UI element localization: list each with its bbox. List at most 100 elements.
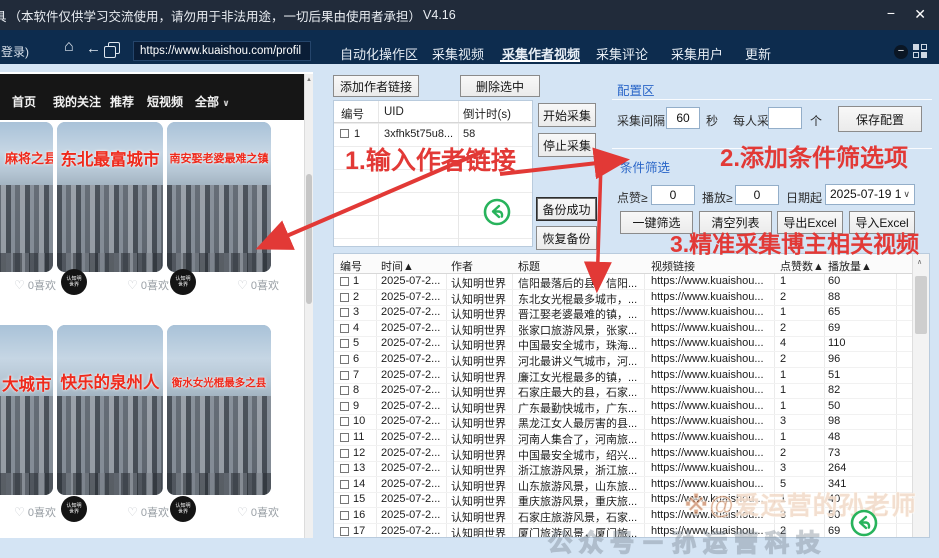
cell-link[interactable]: https://www.kuaishou...	[651, 400, 772, 412]
cell-link[interactable]: https://www.kuaishou...	[651, 384, 772, 396]
video-col-1[interactable]: 编号	[340, 258, 362, 274]
row-checkbox[interactable]	[340, 308, 349, 317]
likes-filter-input[interactable]: 0	[651, 185, 695, 205]
date-filter-dropdown[interactable]: 2025-07-19 1 ∨	[825, 184, 915, 205]
row-checkbox[interactable]	[340, 433, 349, 442]
table-row[interactable]: 72025-07-2...认知明世界廉江女光棍最多的镇，...https://w…	[334, 368, 913, 384]
nav-tab-6[interactable]: 更新	[745, 44, 771, 63]
web-tab-4[interactable]: 短视频	[147, 93, 183, 110]
cell-link[interactable]: https://www.kuaishou...	[651, 322, 772, 334]
table-row[interactable]: 22025-07-2...认知明世界东北女光棍最多城市，...https://w…	[334, 290, 913, 306]
video-card[interactable]: 快乐的泉州人	[57, 325, 163, 495]
heart-icon[interactable]: ♡	[14, 278, 25, 292]
video-card[interactable]: 衡水女光棍最多之县	[167, 325, 271, 495]
video-col-5[interactable]: 视频链接	[651, 258, 695, 274]
table-row[interactable]: 132025-07-2...认知明世界浙江旅游风景，浙江旅...https://…	[334, 461, 913, 477]
row-checkbox[interactable]	[340, 371, 349, 380]
cell-link[interactable]: https://www.kuaishou...	[651, 462, 772, 474]
table-row[interactable]: 42025-07-2...认知明世界张家口旅游风景，张家...https://w…	[334, 321, 913, 337]
table-row[interactable]: 102025-07-2...认知明世界黑龙江女人最厉害的县...https://…	[334, 414, 913, 430]
row-checkbox[interactable]	[340, 464, 349, 473]
minus-circle-icon[interactable]: −	[894, 45, 908, 59]
close-button[interactable]: ✕	[914, 6, 926, 23]
video-card[interactable]: 大城市	[0, 325, 53, 495]
interval-input[interactable]: 60	[666, 107, 700, 129]
video-col-3[interactable]: 作者	[451, 258, 473, 274]
video-card[interactable]: 东北最富城市	[57, 122, 163, 272]
plays-filter-input[interactable]: 0	[735, 185, 779, 205]
video-col-4[interactable]: 标题	[518, 258, 540, 274]
cell-link[interactable]: https://www.kuaishou...	[651, 291, 772, 303]
minimize-button[interactable]: −	[887, 5, 895, 21]
save-config-button[interactable]: 保存配置	[838, 106, 922, 132]
video-col-6[interactable]: 点赞数▲	[780, 258, 824, 274]
table-row[interactable]: 92025-07-2...认知明世界广东最勤快城市，广东...https://w…	[334, 399, 913, 415]
table-row[interactable]: 52025-07-2...认知明世界中国最安全城市，珠海...https://w…	[334, 336, 913, 352]
row-checkbox[interactable]	[340, 277, 349, 286]
web-tab-1[interactable]: 首页	[12, 93, 36, 110]
heart-icon[interactable]: ♡	[14, 505, 25, 519]
web-tab-2[interactable]: 我的关注	[53, 93, 101, 110]
web-tab-3[interactable]: 推荐	[110, 93, 134, 110]
backup-success-button[interactable]: 备份成功	[536, 197, 597, 221]
row-checkbox[interactable]	[340, 511, 349, 520]
row-checkbox[interactable]	[340, 324, 349, 333]
web-tab-all-filter[interactable]: 全部 ∨	[195, 93, 230, 110]
video-col-7[interactable]: 播放量▲	[828, 258, 872, 274]
row-checkbox[interactable]	[340, 386, 349, 395]
cell-link[interactable]: https://www.kuaishou...	[651, 337, 772, 349]
cell-link[interactable]: https://www.kuaishou...	[651, 275, 772, 287]
row-checkbox[interactable]	[340, 293, 349, 302]
nav-tab-5[interactable]: 采集用户	[671, 44, 723, 63]
web-scrollbar[interactable]: ▲	[304, 74, 313, 538]
web-scrollbar-thumb[interactable]	[306, 174, 312, 304]
row-checkbox[interactable]	[340, 355, 349, 364]
cell-link[interactable]: https://www.kuaishou...	[651, 369, 772, 381]
undo-arrow-icon-2[interactable]	[850, 509, 878, 537]
avatar[interactable]: 认知明世界	[170, 269, 196, 295]
home-icon[interactable]: ⌂	[64, 38, 74, 56]
heart-icon[interactable]: ♡	[127, 505, 138, 519]
undo-arrow-icon[interactable]	[483, 198, 511, 226]
url-input[interactable]: https://www.kuaishou.com/profil	[133, 41, 311, 61]
table-row[interactable]: 32025-07-2...认知明世界晋江娶老婆最难的镇，...https://w…	[334, 305, 913, 321]
add-author-link-button[interactable]: 添加作者链接	[333, 75, 419, 97]
restore-backup-button[interactable]: 恢复备份	[536, 226, 597, 250]
avatar[interactable]: 认知明世界	[170, 496, 196, 522]
cell-link[interactable]: https://www.kuaishou...	[651, 431, 772, 443]
avatar[interactable]: 认知明世界	[61, 269, 87, 295]
row-checkbox[interactable]	[340, 480, 349, 489]
table-scroll-up-icon[interactable]: ∧	[917, 258, 922, 266]
heart-icon[interactable]: ♡	[237, 278, 248, 292]
row-checkbox[interactable]	[340, 402, 349, 411]
video-col-2[interactable]: 时间▲	[381, 258, 414, 274]
stop-collect-button[interactable]: 停止采集	[538, 133, 596, 157]
scroll-up-arrow-icon[interactable]: ▲	[306, 77, 312, 83]
heart-icon[interactable]: ♡	[127, 278, 138, 292]
per-person-input[interactable]	[768, 107, 802, 129]
delete-selected-button[interactable]: 删除选中	[460, 75, 540, 97]
row-checkbox[interactable]	[340, 527, 349, 536]
table-row[interactable]: 12025-07-2...认知明世界信阳最落后的县，信阳...https://w…	[334, 274, 913, 290]
table-row[interactable]: 62025-07-2...认知明世界河北最讲义气城市，河...https://w…	[334, 352, 913, 368]
nav-tab-4[interactable]: 采集评论	[596, 44, 648, 63]
nav-tab-1[interactable]: 自动化操作区	[340, 44, 418, 63]
video-card[interactable]: 麻将之县	[0, 122, 53, 272]
cell-link[interactable]: https://www.kuaishou...	[651, 353, 772, 365]
table-row[interactable]: 82025-07-2...认知明世界石家庄最大的县，石家...https://w…	[334, 383, 913, 399]
author-row-checkbox[interactable]	[340, 129, 349, 138]
avatar[interactable]: 认知明世界	[61, 496, 87, 522]
heart-icon[interactable]: ♡	[237, 505, 248, 519]
video-card[interactable]: 南安娶老婆最难之镇	[167, 122, 271, 272]
start-collect-button[interactable]: 开始采集	[538, 103, 596, 127]
table-row[interactable]: 122025-07-2...认知明世界中国最安全城市，绍兴...https://…	[334, 446, 913, 462]
back-arrow-icon[interactable]: ←	[86, 40, 101, 57]
copy-pages-icon[interactable]	[108, 42, 120, 54]
table-row[interactable]: 112025-07-2...认知明世界河南人集合了，河南旅...https://…	[334, 430, 913, 446]
row-checkbox[interactable]	[340, 417, 349, 426]
nav-tab-2[interactable]: 采集视频	[432, 44, 484, 63]
row-checkbox[interactable]	[340, 495, 349, 504]
cell-link[interactable]: https://www.kuaishou...	[651, 306, 772, 318]
row-checkbox[interactable]	[340, 339, 349, 348]
row-checkbox[interactable]	[340, 449, 349, 458]
